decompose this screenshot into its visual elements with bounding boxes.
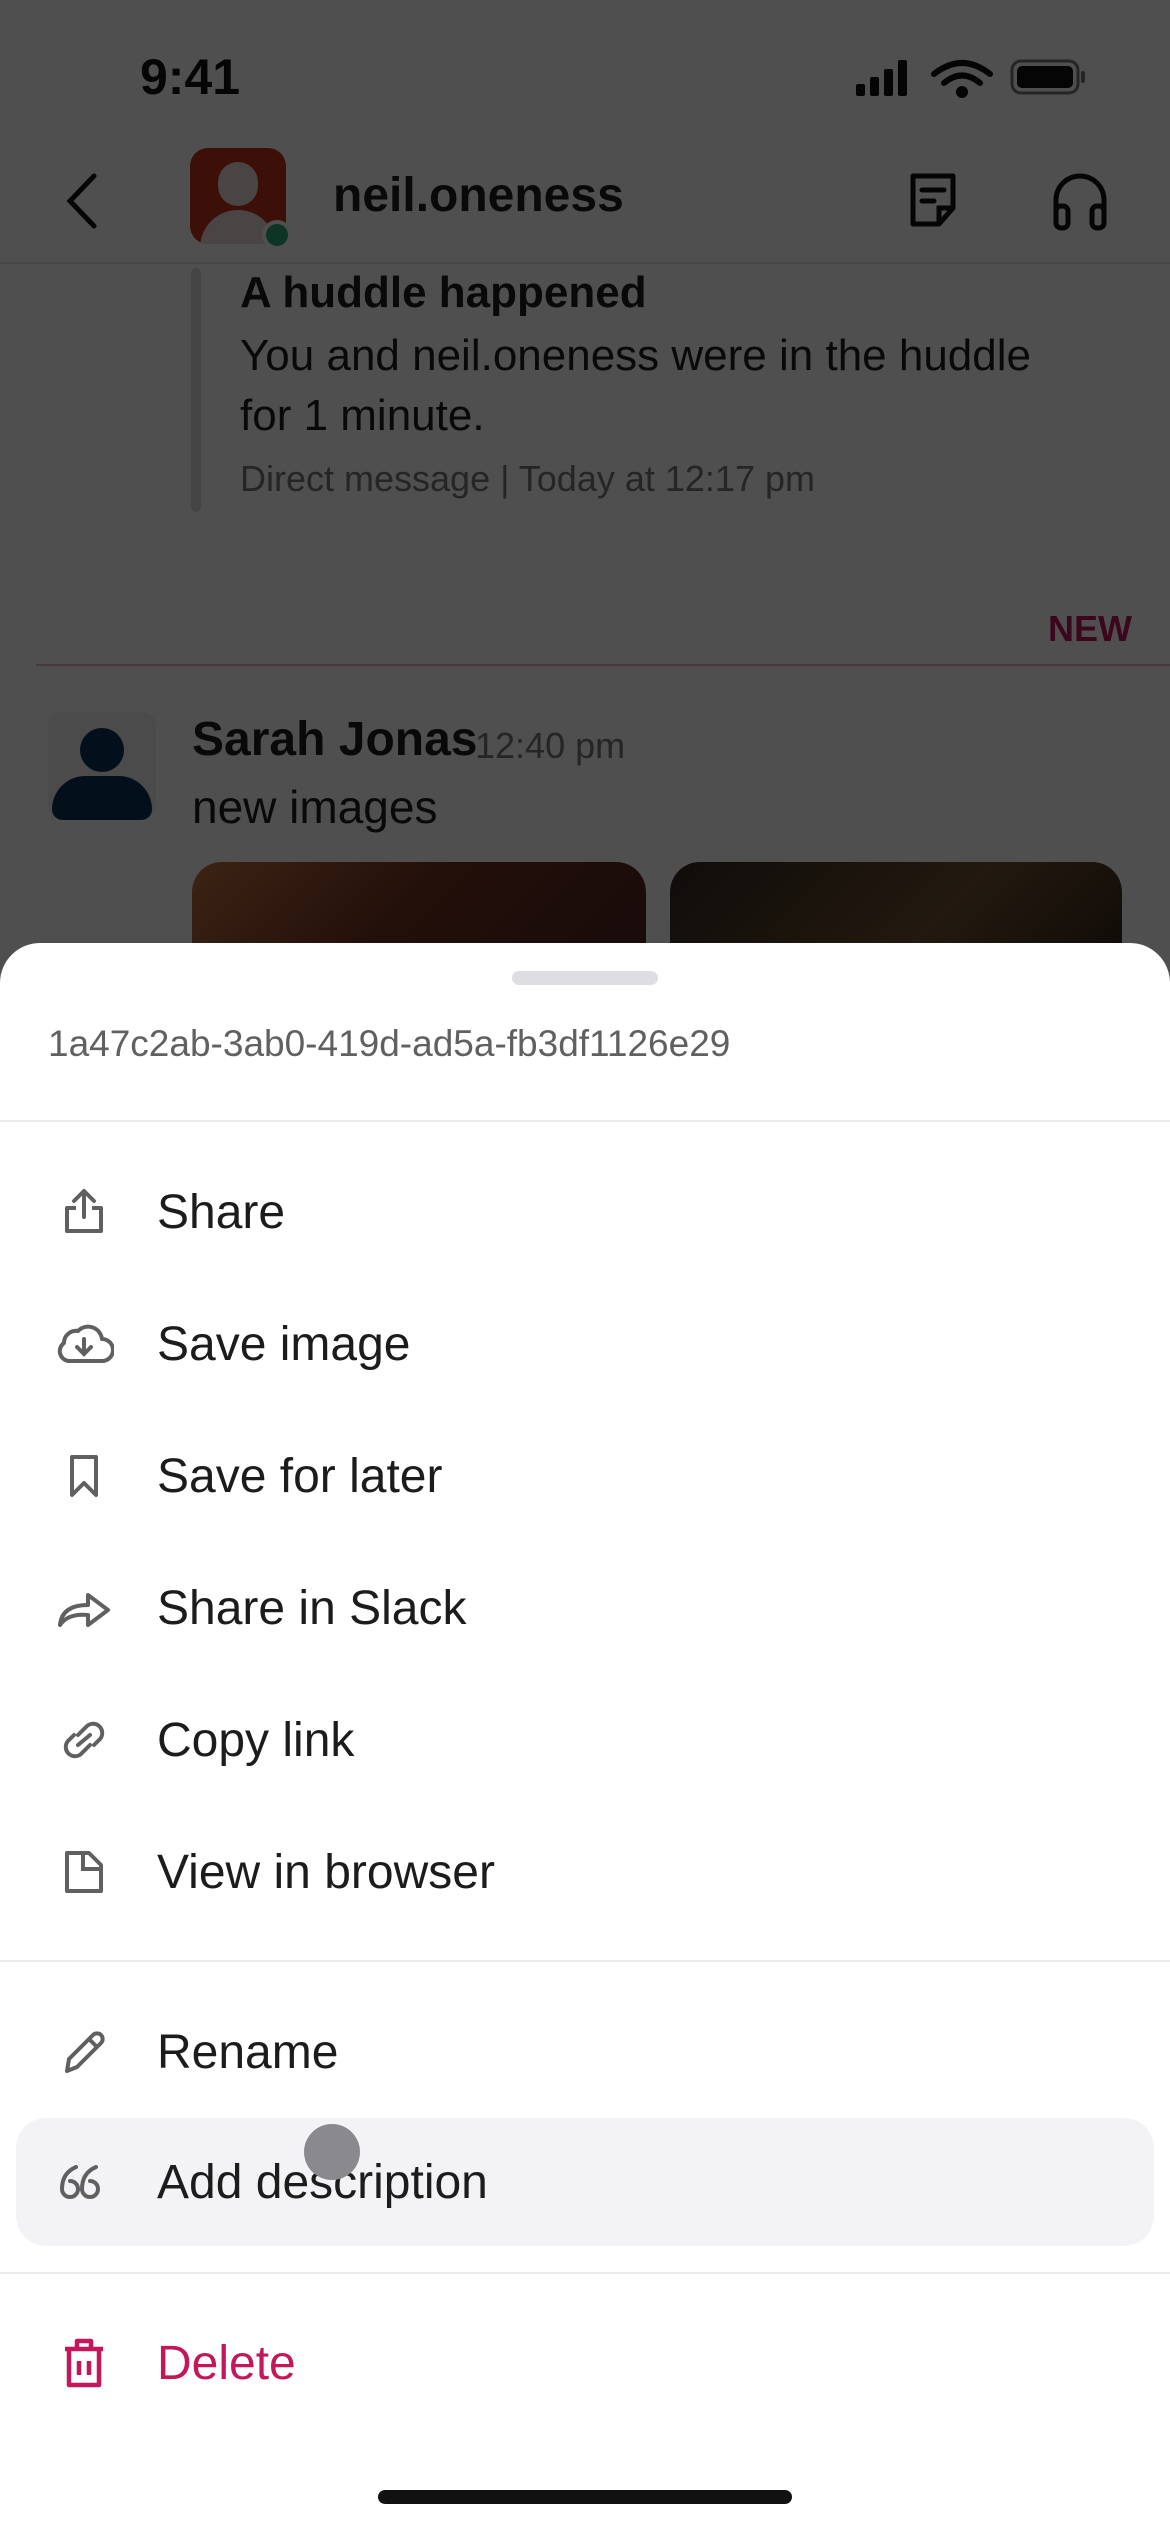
battery-icon — [1010, 59, 1085, 95]
conversation-title[interactable]: neil.oneness — [333, 168, 624, 223]
header-divider — [0, 262, 1170, 264]
divider — [0, 1120, 1170, 1122]
trash-icon — [16, 2335, 148, 2391]
quote-icon — [16, 2157, 148, 2207]
menu-item-add-description[interactable]: Add description — [16, 2118, 1154, 2246]
message-text: new images — [192, 781, 438, 833]
menu-item-copy-link[interactable]: Copy link — [16, 1676, 1154, 1804]
presence-indicator — [262, 220, 292, 250]
sender-avatar[interactable] — [48, 712, 156, 820]
divider — [0, 2272, 1170, 2274]
message-time: 12:40 pm — [475, 725, 626, 766]
file-actions-sheet: 1a47c2ab-3ab0-419d-ad5a-fb3df1126e29 Sha… — [0, 943, 1170, 2532]
back-chevron-icon[interactable] — [62, 170, 102, 232]
status-time: 9:41 — [140, 49, 241, 105]
wifi-icon — [931, 60, 993, 98]
status-icons — [856, 59, 1085, 98]
menu-item-delete[interactable]: Delete — [16, 2299, 1154, 2427]
menu-item-view-in-browser[interactable]: View in browser — [16, 1808, 1154, 1936]
file-name: 1a47c2ab-3ab0-419d-ad5a-fb3df1126e29 — [48, 1023, 731, 1064]
forward-arrow-icon — [16, 1583, 148, 1633]
canvas-icon[interactable] — [905, 170, 961, 230]
cloud-download-icon — [16, 1319, 148, 1369]
touch-indicator — [304, 2124, 360, 2180]
divider — [0, 1960, 1170, 1962]
huddle-quote-bar — [191, 268, 201, 512]
bookmark-icon — [16, 1451, 148, 1501]
share-icon — [16, 1187, 148, 1237]
sheet-drag-handle[interactable] — [512, 971, 658, 985]
file-icon — [16, 1847, 148, 1897]
menu-item-rename[interactable]: Rename — [16, 1988, 1154, 2116]
huddle-meta: Direct message | Today at 12:17 pm — [240, 458, 815, 499]
signal-icon — [856, 60, 907, 96]
home-indicator[interactable] — [378, 2490, 792, 2504]
menu-item-share-in-slack[interactable]: Share in Slack — [16, 1544, 1154, 1672]
headphones-icon[interactable] — [1050, 168, 1110, 232]
pencil-icon — [16, 2027, 148, 2077]
new-messages-label: NEW — [1048, 608, 1132, 649]
huddle-text: You and neil.oneness were in the huddle … — [240, 331, 1031, 440]
sender-name[interactable]: Sarah Jonas — [192, 712, 477, 767]
link-icon — [16, 1715, 148, 1765]
new-messages-divider — [36, 664, 1170, 666]
menu-item-share[interactable]: Share — [16, 1148, 1154, 1276]
huddle-title: A huddle happened — [240, 268, 647, 317]
menu-item-save-image[interactable]: Save image — [16, 1280, 1154, 1408]
menu-item-save-for-later[interactable]: Save for later — [16, 1412, 1154, 1540]
